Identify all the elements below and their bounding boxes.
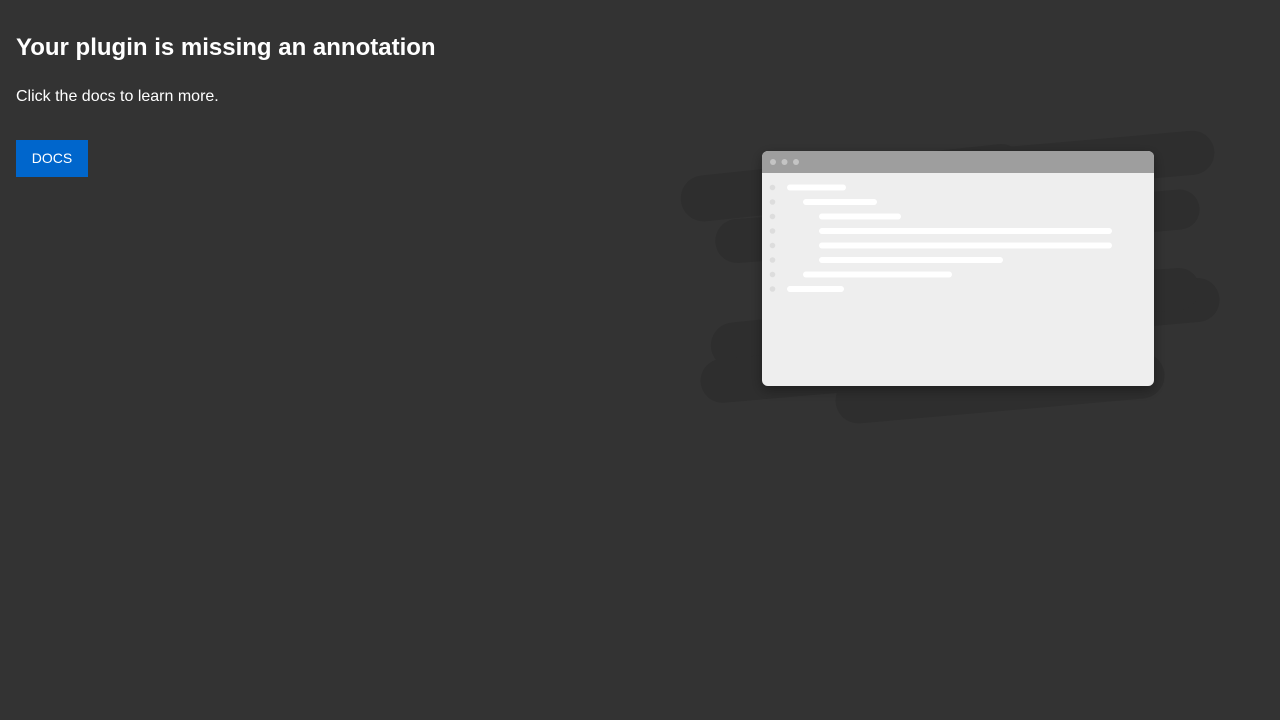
illustration-graphic [680,130,1220,424]
docs-button[interactable]: DOCS [16,140,88,177]
page-title: Your plugin is missing an annotation [16,34,436,61]
page-subtitle: Click the docs to learn more. [16,88,219,105]
code-editor-window-illustration [670,115,1230,425]
main-content: Your plugin is missing an annotation Cli… [16,0,616,107]
window-controls [770,159,799,165]
